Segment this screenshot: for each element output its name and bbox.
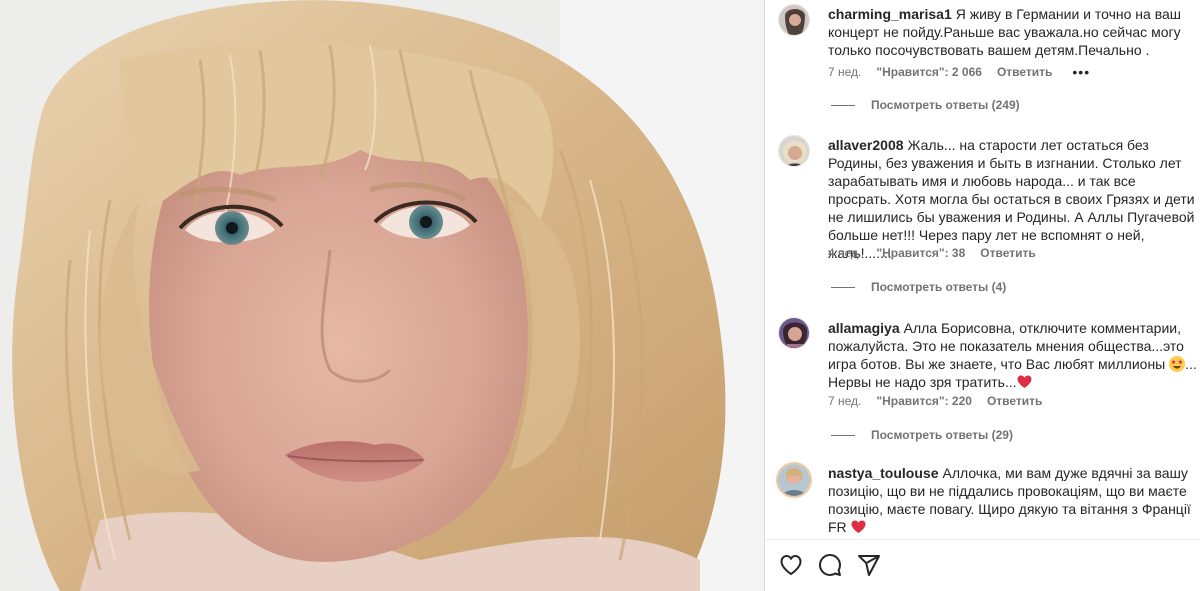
replies-line — [831, 434, 855, 436]
red-heart-emoji — [851, 520, 866, 534]
avatar[interactable] — [778, 135, 810, 167]
post-image — [0, 0, 764, 591]
post-action-bar — [765, 539, 1200, 591]
replies-line — [831, 286, 855, 288]
avatar[interactable] — [778, 4, 810, 36]
avatar-image — [778, 464, 810, 496]
comment-body: Жаль... на старости лет остаться без Род… — [828, 137, 1195, 261]
red-heart-emoji — [1017, 375, 1032, 389]
view-replies-button[interactable]: Посмотреть ответы (29) — [831, 427, 1013, 443]
comment-text: charming_marisa1 Я живу в Германии и точн… — [828, 5, 1200, 59]
comment-text: allaver2008 Жаль... на старости лет остат… — [828, 136, 1200, 262]
comment-meta: 4 нед. "Нравится": 38 Ответить — [828, 245, 1036, 261]
comment-likes[interactable]: "Нравится": 2 066 — [876, 65, 982, 79]
avatar-image — [779, 318, 809, 348]
smiling-face-with-heart-eyes-emoji — [1169, 356, 1186, 372]
comment-username[interactable]: charming_marisa1 — [828, 6, 952, 22]
comment-username[interactable]: nastya_toulouse — [828, 465, 938, 481]
reply-button[interactable]: Ответить — [980, 246, 1035, 260]
heart-outline-icon — [780, 555, 802, 575]
replies-line — [831, 104, 855, 106]
comments-list[interactable]: charming_marisa1 Я живу в Германии и точн… — [765, 0, 1200, 539]
comment-meta: 7 нед. "Нравится": 220 Ответить — [828, 393, 1042, 409]
comment-likes[interactable]: "Нравится": 38 — [876, 246, 965, 260]
comment-username[interactable]: allaver2008 — [828, 137, 904, 153]
comment-text: nastya_toulouse Аллочка, ми вам дуже вдяч… — [828, 464, 1200, 536]
comment-button[interactable] — [817, 552, 843, 578]
comment-text: allamagiya Алла Борисовна, отключите комм… — [828, 319, 1200, 391]
view-replies-label: Посмотреть ответы (29) — [871, 428, 1013, 442]
like-button[interactable] — [778, 552, 804, 578]
avatar-image — [779, 5, 809, 35]
comment-username[interactable]: allamagiya — [828, 320, 900, 336]
view-replies-button[interactable]: Посмотреть ответы (249) — [831, 97, 1020, 113]
comment-time[interactable]: 7 нед. — [828, 65, 861, 79]
share-button[interactable] — [856, 552, 882, 578]
post-photo — [0, 0, 764, 591]
avatar[interactable] — [778, 317, 810, 349]
view-replies-label: Посмотреть ответы (249) — [871, 98, 1020, 112]
comment-time[interactable]: 4 нед. — [828, 246, 861, 260]
avatar[interactable] — [776, 462, 812, 498]
reply-button[interactable]: Ответить — [997, 65, 1052, 79]
speech-bubble-icon — [819, 554, 841, 576]
avatar-image — [779, 136, 809, 166]
comment-meta: 7 нед. "Нравится": 2 066 Ответить ••• — [828, 64, 1090, 80]
view-replies-label: Посмотреть ответы (4) — [871, 280, 1007, 294]
reply-button[interactable]: Ответить — [987, 394, 1042, 408]
paper-plane-icon — [858, 555, 880, 576]
comment-likes[interactable]: "Нравится": 220 — [876, 394, 972, 408]
comment-time[interactable]: 7 нед. — [828, 394, 861, 408]
view-replies-button[interactable]: Посмотреть ответы (4) — [831, 279, 1006, 295]
more-options-button[interactable]: ••• — [1072, 64, 1090, 80]
